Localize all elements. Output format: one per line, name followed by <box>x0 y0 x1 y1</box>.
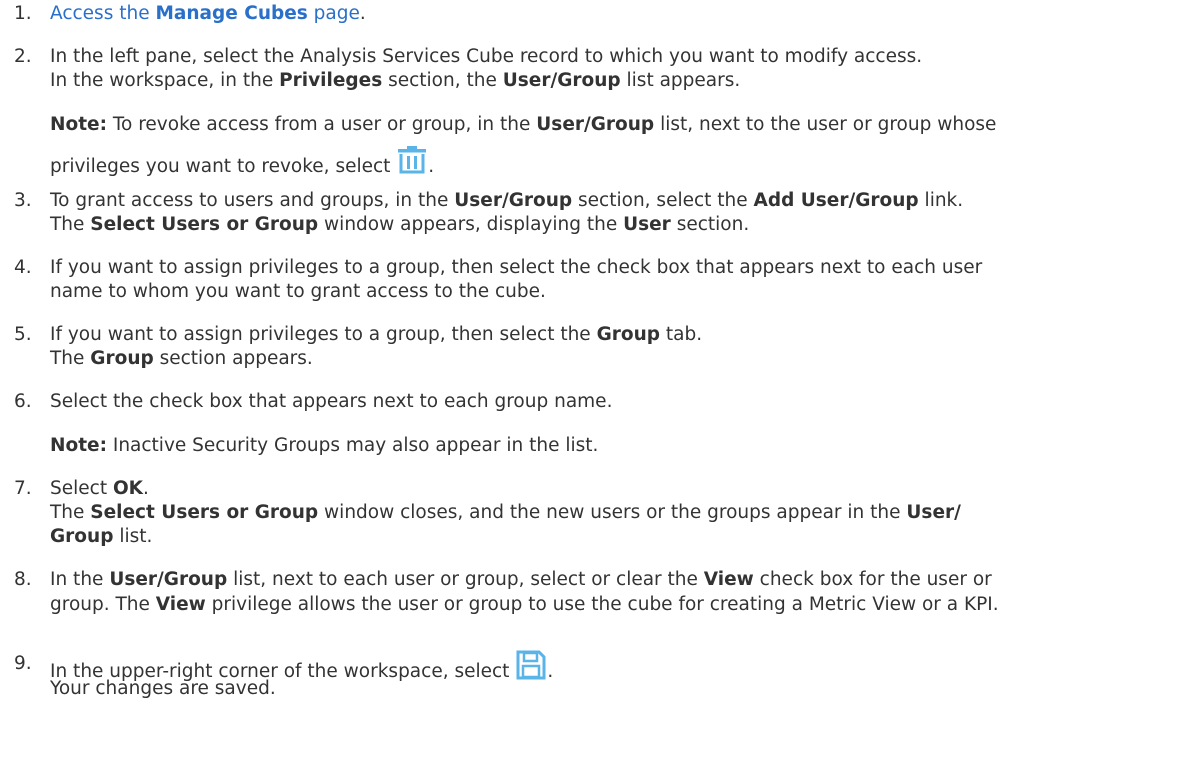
step-number: 7. <box>14 478 32 499</box>
step-text: If you want to assign privileges to a gr… <box>50 257 983 278</box>
step-text: In the User/Group list, next to each use… <box>50 569 992 590</box>
step-number: 1. <box>14 3 32 24</box>
note: Note: Inactive Security Groups may also … <box>50 435 599 456</box>
step-text: Select the check box that appears next t… <box>50 391 613 412</box>
step-result: The Group section appears. <box>50 348 313 369</box>
step-result: The Select Users or Group window closes,… <box>50 502 961 523</box>
step-text-continued: name to whom you want to grant access to… <box>50 281 546 302</box>
manage-cubes-link[interactable]: Access the Manage Cubes page <box>50 3 360 24</box>
step-result-continued: Group list. <box>50 526 153 547</box>
step-result: The Select Users or Group window appears… <box>50 214 750 235</box>
step-result: Your changes are saved. <box>50 678 276 699</box>
step-text: In the left pane, select the Analysis Se… <box>50 46 923 67</box>
step-text-continued: group. The View privilege allows the use… <box>50 594 999 615</box>
trash-icon <box>397 145 427 181</box>
step-number: 6. <box>14 391 32 412</box>
step-text: Select OK. <box>50 478 149 499</box>
step-number: 9. <box>14 653 32 674</box>
step-number: 8. <box>14 569 32 590</box>
note-continued: privileges you want to revoke, select . <box>50 145 434 181</box>
procedure-document: 1. Access the Manage Cubes page. 2. In t… <box>0 0 1183 761</box>
step-number: 3. <box>14 190 32 211</box>
save-icon <box>516 650 546 686</box>
step-text: If you want to assign privileges to a gr… <box>50 324 703 345</box>
step-text: Access the Manage Cubes page. <box>50 3 366 24</box>
step-text: To grant access to users and groups, in … <box>50 190 964 211</box>
step-result: In the workspace, in the Privileges sect… <box>50 70 741 91</box>
step-number: 5. <box>14 324 32 345</box>
note: Note: To revoke access from a user or gr… <box>50 114 997 135</box>
step-number: 2. <box>14 46 32 67</box>
step-number: 4. <box>14 257 32 278</box>
